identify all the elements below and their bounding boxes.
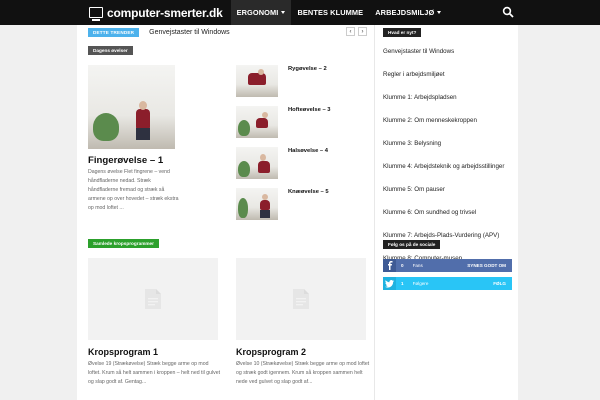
twitter-follow-button[interactable]: FØLG — [493, 281, 506, 286]
document-icon — [145, 289, 161, 309]
facebook-row: 0 Fans SYNES GODT OM — [383, 259, 512, 272]
person-shape — [248, 73, 266, 85]
main-post-title[interactable]: Fingerøvelse – 1 — [88, 155, 163, 166]
person-shape — [258, 161, 270, 173]
post-title-kropsprogram-2[interactable]: Kropsprogram 2 — [236, 347, 306, 357]
post-title-4[interactable]: Knæøvelse – 5 — [288, 189, 329, 195]
menu-label: ARBEJDSMILJØ — [375, 8, 435, 17]
post-title-2[interactable]: Hofteøvelse – 3 — [288, 107, 331, 113]
facebook-icon — [383, 259, 396, 272]
chevron-down-icon — [281, 11, 286, 14]
person-shape — [136, 109, 150, 129]
chevron-left-icon: ‹ — [349, 28, 352, 35]
post-thumb-1[interactable] — [236, 65, 278, 97]
trending-bar: DETTE TRENDER Genvejstaster til Windows … — [88, 25, 368, 39]
logo-text: computer-smerter.dk — [107, 5, 223, 20]
main-navigation: computer-smerter.dk ERGONOMI BENTES KLUM… — [86, 0, 518, 25]
twitter-count: 1 — [401, 281, 404, 286]
head-shape — [262, 112, 268, 118]
search-icon[interactable] — [502, 6, 514, 18]
head-shape — [139, 101, 147, 110]
sidebar-links: Genvejstaster til Windows Regler i arbej… — [383, 40, 513, 270]
sidebar-link[interactable]: Klumme 5: Om pauser — [383, 178, 513, 201]
menu-label: BENTES KLUMME — [297, 8, 364, 17]
main-post-excerpt: Dagens øvelse Flet fingrene – vend håndf… — [88, 169, 179, 211]
sidebar-link[interactable]: Klumme 6: Om sundhed og trivsel — [383, 201, 513, 224]
post-excerpt-kropsprogram-2: Øvelse 10 (Strækøvelse) Stræk begge arme… — [236, 361, 370, 385]
document-icon — [293, 289, 309, 309]
computer-icon — [89, 7, 103, 21]
post-thumb-3[interactable] — [236, 147, 278, 179]
trending-link[interactable]: Genvejstaster til Windows — [149, 29, 230, 36]
twitter-row: 1 Følgere FØLG — [383, 277, 512, 290]
post-image-placeholder-2[interactable] — [236, 258, 366, 340]
plant-shape — [238, 198, 248, 218]
post-thumb-4[interactable] — [236, 188, 278, 220]
person-shape — [260, 200, 270, 210]
facebook-like-button[interactable]: SYNES GODT OM — [467, 263, 506, 268]
sidebar-link[interactable]: Regler i arbejdsmiljøet — [383, 63, 513, 86]
person-shape — [256, 118, 268, 128]
post-excerpt-kropsprogram-1: Øvelse 19 (Strækøvelse) Stræk begge arme… — [88, 361, 221, 385]
facebook-count: 0 — [401, 263, 404, 268]
sidebar-title-news: Hvad er nyt? — [383, 28, 422, 37]
legs-shape — [136, 128, 150, 140]
legs-shape — [260, 210, 270, 218]
facebook-label: Fans — [412, 263, 423, 268]
twitter-icon — [383, 277, 396, 290]
post-title-kropsprogram-1[interactable]: Kropsprogram 1 — [88, 347, 158, 357]
plant-shape — [93, 113, 119, 141]
head-shape — [262, 194, 268, 200]
post-thumb-2[interactable] — [236, 106, 278, 138]
chevron-right-icon: › — [361, 28, 364, 35]
menu-item-ergonomi[interactable]: ERGONOMI — [230, 0, 292, 25]
post-title-3[interactable]: Halsøvelse – 4 — [288, 148, 328, 154]
trending-next-button[interactable]: › — [358, 27, 367, 36]
site-logo[interactable]: computer-smerter.dk — [86, 0, 223, 25]
head-shape — [258, 69, 264, 75]
main-post-image[interactable] — [88, 65, 175, 149]
block-title-dagens-ovelser: Dagens øvelser — [88, 46, 133, 55]
trending-badge: DETTE TRENDER — [88, 27, 140, 37]
post-image-placeholder-1[interactable] — [88, 258, 218, 340]
chevron-down-icon — [437, 11, 442, 14]
menu-label: ERGONOMI — [236, 8, 279, 17]
post-title-1[interactable]: Rygøvelse – 2 — [288, 66, 327, 72]
sidebar-link[interactable]: Klumme 3: Belysning — [383, 132, 513, 155]
head-shape — [260, 154, 266, 161]
sidebar-title-social: Følg os på de sociale — [383, 240, 441, 249]
plant-shape — [238, 161, 250, 177]
menu-item-arbejdsmiljo[interactable]: ARBEJDSMILJØ — [369, 0, 447, 25]
sidebar-link[interactable]: Genvejstaster til Windows — [383, 40, 513, 63]
twitter-label: Følgere — [412, 281, 429, 286]
menu-item-bentes-klumme[interactable]: BENTES KLUMME — [291, 0, 369, 25]
menu: ERGONOMI BENTES KLUMME ARBEJDSMILJØ — [230, 0, 448, 25]
sidebar-link[interactable]: Klumme 2: Om menneskekroppen — [383, 109, 513, 132]
sidebar-link[interactable]: Klumme 4: Arbejdsteknik og arbejdsstilli… — [383, 155, 513, 178]
block-title-kropsprogrammer: Samlede kropsprogrammer — [88, 239, 159, 248]
plant-shape — [238, 120, 250, 136]
trending-prev-button[interactable]: ‹ — [346, 27, 355, 36]
sidebar-link[interactable]: Klumme 1: Arbejdspladsen — [383, 86, 513, 109]
